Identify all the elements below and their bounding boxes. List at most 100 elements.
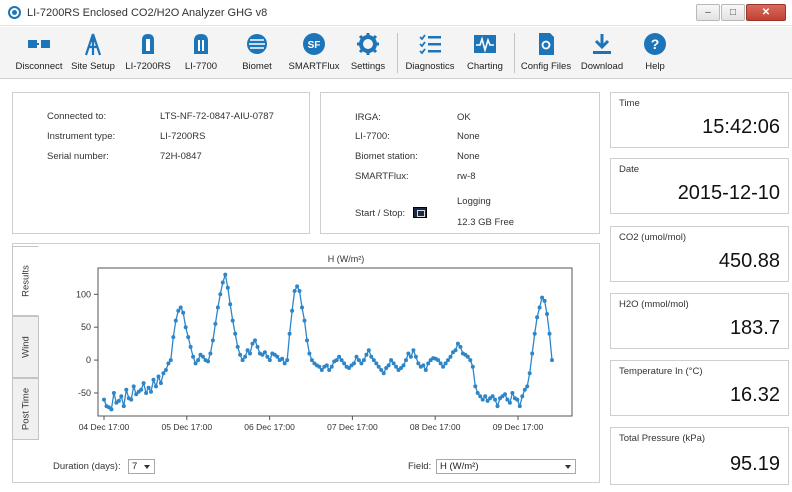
toolbar-separator <box>514 33 515 73</box>
data-point <box>144 391 149 395</box>
instrument-type-value: LI-7200RS <box>160 131 206 142</box>
checklist-icon <box>419 34 441 55</box>
data-point <box>171 335 176 340</box>
data-point <box>196 358 201 363</box>
data-point <box>366 348 371 353</box>
chevron-down-icon <box>144 465 150 469</box>
data-point <box>230 318 235 323</box>
analyzer-7200-icon <box>142 34 154 54</box>
duration-select[interactable]: 7 <box>128 459 155 474</box>
tab-post-time[interactable]: Post Time <box>12 378 39 440</box>
irga-value: OK <box>457 112 471 123</box>
irga-label: IRGA: <box>355 112 381 123</box>
data-point <box>121 404 126 409</box>
data-point <box>255 344 260 349</box>
data-point <box>436 358 441 363</box>
close-button[interactable]: ✕ <box>746 4 786 21</box>
data-point <box>493 397 498 402</box>
download-button[interactable]: Download <box>578 31 626 77</box>
help-button[interactable]: ? Help <box>636 31 674 77</box>
data-point <box>206 359 210 364</box>
data-point <box>379 368 384 372</box>
settings-button[interactable]: Settings <box>346 31 390 77</box>
disconnect-icon <box>28 40 50 48</box>
data-point <box>490 394 495 399</box>
date-label: Date <box>619 164 640 175</box>
smartflux-button[interactable]: SF SMARTFlux <box>286 31 342 77</box>
title-bar: LI-7200RS Enclosed CO2/H2O Analyzer GHG … <box>0 0 792 26</box>
data-point <box>401 363 406 368</box>
connected-to-label: Connected to: <box>47 111 107 122</box>
h2o-card: H2O (mmol/mol) 183.7 <box>610 293 789 349</box>
field-label: Field: <box>408 461 432 472</box>
temperature-label: Temperature In (°C) <box>619 366 703 377</box>
y-tick-label: 100 <box>76 289 91 299</box>
h2o-value: 183.7 <box>729 317 780 339</box>
data-point <box>478 394 483 399</box>
site-setup-button[interactable]: Site Setup <box>66 31 120 77</box>
data-point <box>369 354 374 359</box>
time-value: 15:42:06 <box>702 116 780 138</box>
x-tick-label: 04 Dec 17:00 <box>79 422 130 432</box>
analyzer-7700-icon <box>194 34 208 54</box>
data-point <box>253 338 257 343</box>
li7700-button[interactable]: LI-7700 <box>178 31 224 77</box>
data-point <box>413 354 418 359</box>
data-point <box>503 392 507 397</box>
data-point <box>228 302 233 307</box>
biomet-label: Biomet station: <box>355 151 418 162</box>
pressure-card: Total Pressure (kPa) 95.19 <box>610 427 789 485</box>
maximize-button[interactable]: □ <box>721 4 745 21</box>
biomet-button[interactable]: Biomet <box>236 31 278 77</box>
tab-results[interactable]: Results <box>12 246 39 316</box>
data-point <box>292 289 297 293</box>
tab-wind[interactable]: Wind <box>12 316 39 378</box>
data-point <box>262 350 267 355</box>
data-point <box>297 289 302 293</box>
data-point <box>235 344 240 349</box>
data-point <box>458 344 463 349</box>
data-point <box>233 331 238 336</box>
data-point <box>324 363 329 368</box>
data-point <box>295 284 300 289</box>
data-point <box>193 361 198 366</box>
start-stop-button[interactable] <box>413 207 427 218</box>
data-point <box>446 358 450 363</box>
serial-number-value: 72H-0847 <box>160 151 202 162</box>
chevron-down-icon <box>565 465 571 469</box>
date-card: Date 2015-12-10 <box>610 158 789 214</box>
data-point <box>129 397 134 402</box>
disconnect-button[interactable]: Disconnect <box>14 31 64 77</box>
data-point <box>300 305 304 310</box>
data-point <box>542 298 547 303</box>
data-point <box>475 391 480 395</box>
data-point <box>149 389 153 394</box>
data-point <box>154 384 158 389</box>
waveform-icon <box>474 35 496 53</box>
svg-text:SF: SF <box>308 40 321 51</box>
minimize-button[interactable]: – <box>696 4 720 21</box>
co2-value: 450.88 <box>718 250 780 272</box>
data-point <box>178 305 183 310</box>
data-point <box>359 361 364 366</box>
config-files-button[interactable]: Config Files <box>519 31 573 77</box>
diagnostics-button[interactable]: Diagnostics <box>402 31 458 77</box>
x-tick-label: 08 Dec 17:00 <box>410 422 461 432</box>
li7200rs-button[interactable]: LI-7200RS <box>124 31 172 77</box>
charting-button[interactable]: Charting <box>462 31 508 77</box>
time-label: Time <box>619 98 640 109</box>
flux-chart: H (W/m²) 100 50 0 -50 04 Dec 17:00 05 Dec 17:… <box>76 254 573 432</box>
data-point <box>381 371 386 376</box>
data-point <box>547 331 552 336</box>
data-point <box>176 308 181 313</box>
logging-status: Logging <box>457 196 491 207</box>
data-point <box>453 348 458 353</box>
li7700-label: LI-7700: <box>355 131 390 142</box>
x-tick-label: 06 Dec 17:00 <box>244 422 295 432</box>
data-point <box>280 356 285 361</box>
data-point <box>119 394 124 399</box>
data-point <box>223 272 228 277</box>
data-point <box>307 351 312 356</box>
data-point <box>265 354 270 359</box>
field-select[interactable]: H (W/m²) <box>436 459 576 474</box>
